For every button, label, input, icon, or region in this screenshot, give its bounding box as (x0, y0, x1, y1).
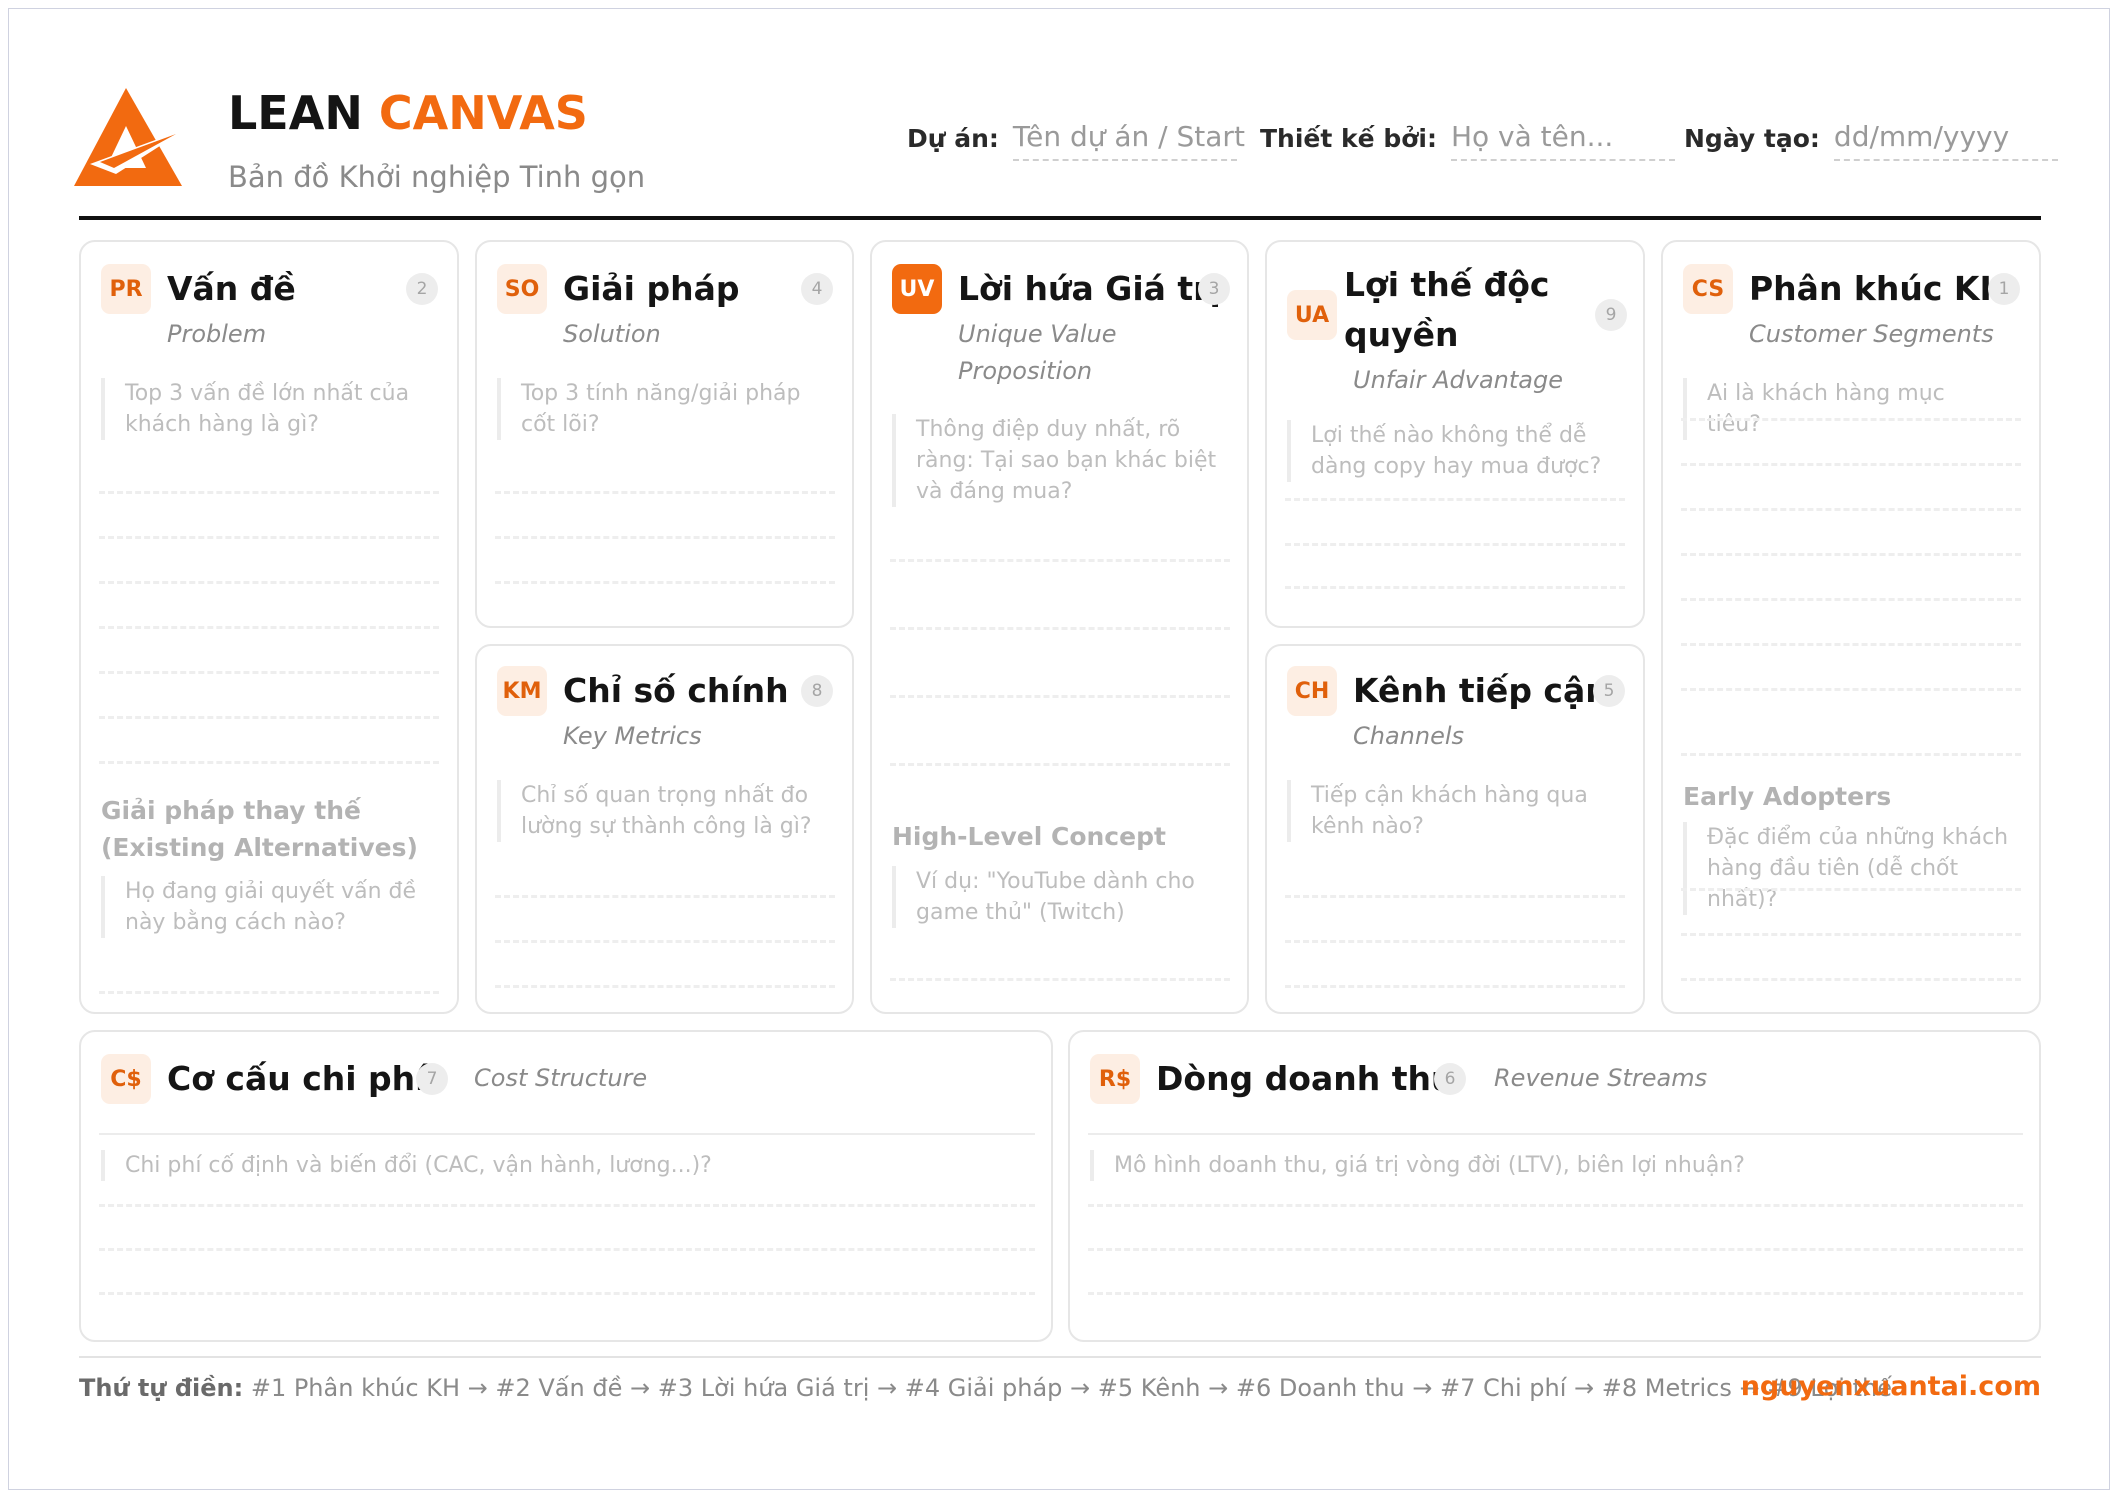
order-badge: 4 (801, 273, 833, 305)
card-subtitle: Key Metrics (563, 722, 702, 750)
card-subtitle: Unique Value Proposition (958, 320, 1117, 385)
card-customer-segments[interactable]: CS Phân khúc KH 1 Customer Segments Ai l… (1661, 240, 2041, 1014)
page-title: LEAN CANVAS (228, 86, 588, 140)
order-badge: 7 (416, 1063, 448, 1095)
card-subtitle: Channels (1353, 722, 1465, 750)
card-hint: Ai là khách hàng mục tiêu? (1683, 378, 2003, 440)
card-subtitle: Cost Structure (474, 1064, 648, 1092)
card-title: Phân khúc KH (1749, 269, 2008, 308)
fill-order-label: Thứ tự điền: (79, 1374, 244, 1402)
section-hint: Đặc điểm của những khách hàng đầu tiên (… (1683, 822, 2023, 915)
project-input[interactable]: Tên dự án / Start (1012, 120, 1245, 161)
card-solution[interactable]: SO Giải pháp 4 Solution Top 3 tính năng/… (475, 240, 854, 628)
card-revenue-streams[interactable]: R$ Dòng doanh thu 6 Revenue Streams Mô h… (1068, 1030, 2041, 1342)
page-subtitle: Bản đồ Khởi nghiệp Tinh gọn (228, 160, 646, 194)
title-canvas: CANVAS (378, 86, 588, 140)
card-title: Kênh tiếp cận (1353, 671, 1609, 710)
order-badge: 5 (1593, 675, 1625, 707)
order-badge: 2 (406, 273, 438, 305)
project-label: Dự án: (907, 124, 999, 153)
card-problem[interactable]: PR Vấn đề 2 Problem Top 3 vấn đề lớn nhấ… (79, 240, 459, 1014)
title-lean: LEAN (228, 86, 363, 140)
order-badge: 9 (1595, 299, 1627, 331)
card-hint: Chỉ số quan trọng nhất đo lường sự thành… (497, 780, 817, 842)
card-subtitle: Customer Segments (1749, 320, 1994, 348)
section-title: Early Adopters (1683, 782, 1892, 811)
website-link[interactable]: nguyenxuantai.com (1741, 1371, 2041, 1402)
card-title: Giải pháp (563, 269, 740, 308)
card-subtitle: Revenue Streams (1494, 1064, 1708, 1092)
badge-so: SO (497, 264, 547, 314)
card-subtitle: Solution (563, 320, 661, 348)
project-field: Dự án: Tên dự án / Start (907, 120, 1245, 161)
card-channels[interactable]: CH Kênh tiếp cận 5 Channels Tiếp cận khá… (1265, 644, 1645, 1014)
order-badge: 1 (1988, 273, 2020, 305)
designer-label: Thiết kế bởi: (1260, 124, 1437, 153)
card-subtitle: Unfair Advantage (1353, 366, 1563, 394)
footer-divider (79, 1356, 2041, 1358)
card-hint: Mô hình doanh thu, giá trị vòng đời (LTV… (1090, 1150, 1990, 1181)
card-title: Chỉ số chính (563, 671, 789, 710)
fill-order-sequence: #1 Phân khúc KH → #2 Vấn đề → #3 Lời hứa… (250, 1374, 1892, 1402)
section-title: High-Level Concept (892, 822, 1166, 851)
badge-ua: UA (1287, 290, 1337, 340)
designer-field: Thiết kế bởi: Họ và tên... (1260, 120, 1675, 161)
fill-order: Thứ tự điền: #1 Phân khúc KH → #2 Vấn đề… (79, 1374, 1892, 1402)
card-hint: Thông điệp duy nhất, rõ ràng: Tại sao bạ… (892, 414, 1227, 507)
designer-input[interactable]: Họ và tên... (1450, 120, 1675, 161)
order-badge: 8 (801, 675, 833, 707)
card-hint: Chi phí cố định và biến đổi (CAC, vận hà… (101, 1150, 1001, 1181)
card-unfair-advantage[interactable]: UA Lợi thế độc quyền 9 Unfair Advantage … (1265, 240, 1645, 628)
order-badge: 6 (1434, 1063, 1466, 1095)
badge-ch: CH (1287, 666, 1337, 716)
order-badge: 3 (1198, 273, 1230, 305)
section-hint: Họ đang giải quyết vấn đề này bằng cách … (101, 876, 421, 938)
card-unique-value[interactable]: UV Lời hứa Giá trị 3 Unique Value Propos… (870, 240, 1249, 1014)
badge-revenue: R$ (1090, 1054, 1140, 1104)
card-hint: Top 3 vấn đề lớn nhất của khách hàng là … (101, 378, 421, 440)
card-hint: Lợi thế nào không thể dễ dàng copy hay m… (1287, 420, 1607, 482)
card-title: Lợi thế độc quyền (1344, 265, 1550, 354)
card-title: Cơ cấu chi phí (167, 1059, 427, 1098)
badge-cs: CS (1683, 264, 1733, 314)
card-cost-structure[interactable]: C$ Cơ cấu chi phí 7 Cost Structure Chi p… (79, 1030, 1053, 1342)
card-title: Vấn đề (167, 269, 296, 308)
section-hint: Ví dụ: "YouTube dành cho game thủ" (Twit… (892, 866, 1212, 928)
date-field: Ngày tạo: dd/mm/yyyy (1684, 120, 2058, 161)
card-subtitle: Problem (167, 320, 267, 348)
section-title: Giải pháp thay thế (Existing Alternative… (101, 796, 418, 862)
card-key-metrics[interactable]: KM Chỉ số chính 8 Key Metrics Chỉ số qua… (475, 644, 854, 1014)
badge-km: KM (497, 666, 547, 716)
badge-pr: PR (101, 264, 151, 314)
badge-cost: C$ (101, 1054, 151, 1104)
date-input[interactable]: dd/mm/yyyy (1833, 120, 2058, 161)
card-hint: Tiếp cận khách hàng qua kênh nào? (1287, 780, 1607, 842)
card-title: Lời hứa Giá trị (958, 269, 1221, 308)
card-hint: Top 3 tính năng/giải pháp cốt lõi? (497, 378, 817, 440)
header-divider (79, 216, 2041, 220)
date-label: Ngày tạo: (1684, 124, 1820, 153)
badge-uv: UV (892, 264, 942, 314)
logo-icon (74, 88, 188, 186)
card-title: Dòng doanh thu (1156, 1059, 1455, 1098)
